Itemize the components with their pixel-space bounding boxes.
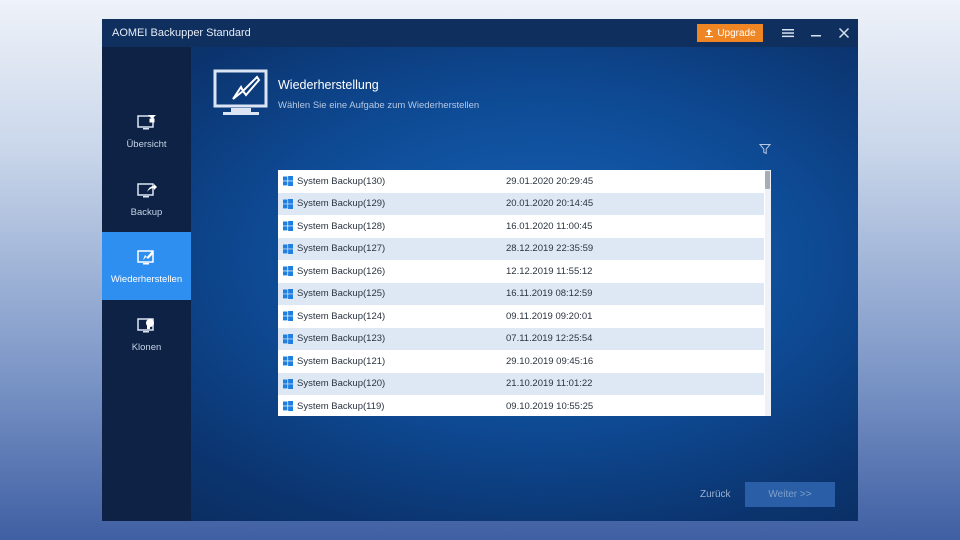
windows-logo-icon xyxy=(283,378,293,389)
table-row[interactable]: System Backup(121) 29.10.2019 09:45:16 xyxy=(278,350,764,373)
sidebar-item-label: Backup xyxy=(130,207,163,218)
task-date: 29.10.2019 09:45:16 xyxy=(506,355,594,367)
task-date: 20.01.2020 20:14:45 xyxy=(506,198,594,210)
page-title: Wiederherstellung xyxy=(278,78,379,92)
table-row[interactable]: System Backup(125) 16.11.2019 08:12:59 xyxy=(278,282,764,305)
task-date: 28.12.2019 22:35:59 xyxy=(506,243,594,255)
close-icon[interactable] xyxy=(836,25,852,41)
task-name: System Backup(120) xyxy=(297,378,386,390)
windows-logo-icon xyxy=(283,243,293,254)
monitor-clone-icon xyxy=(136,318,154,333)
upgrade-button[interactable]: Upgrade xyxy=(697,24,763,42)
task-name: System Backup(127) xyxy=(297,243,386,255)
task-date: 16.01.2020 11:00:45 xyxy=(506,220,593,232)
windows-logo-icon xyxy=(283,356,293,367)
list-scrollbar[interactable] xyxy=(765,170,771,416)
table-row[interactable]: System Backup(123) 07.11.2019 12:25:54 xyxy=(278,327,764,350)
monitor-restore-icon xyxy=(136,250,154,265)
windows-logo-icon xyxy=(283,176,293,187)
windows-logo-icon xyxy=(283,266,293,277)
task-name: System Backup(125) xyxy=(297,288,386,300)
table-row[interactable]: System Backup(126) 12.12.2019 11:55:12 xyxy=(278,260,764,283)
app-title: AOMEI Backupper Standard xyxy=(112,27,251,39)
filter-icon[interactable] xyxy=(759,143,771,155)
task-name: System Backup(119) xyxy=(297,400,385,412)
table-row[interactable]: System Backup(120) 21.10.2019 11:01:22 xyxy=(278,372,764,395)
task-name: System Backup(128) xyxy=(297,220,386,232)
title-bar: AOMEI Backupper Standard Upgrade xyxy=(102,19,858,47)
task-name: System Backup(130) xyxy=(297,175,386,187)
restore-monitor-icon xyxy=(213,69,268,115)
windows-logo-icon xyxy=(283,333,293,344)
upgrade-label: Upgrade xyxy=(717,27,756,39)
back-button[interactable]: Zurück xyxy=(700,489,731,500)
page-subtitle: Wählen Sie eine Aufgabe zum Wiederherste… xyxy=(278,100,480,111)
sidebar: Übersicht Backup Wiederherstellen Klonen xyxy=(102,47,191,521)
windows-logo-icon xyxy=(283,288,293,299)
task-date: 09.10.2019 10:55:25 xyxy=(506,400,594,412)
sidebar-item-wiederherstellen[interactable]: Wiederherstellen xyxy=(102,232,191,300)
sidebar-item-label: Wiederherstellen xyxy=(110,274,183,285)
menu-icon[interactable] xyxy=(780,25,796,41)
minimize-icon[interactable] xyxy=(808,25,824,41)
task-date: 29.01.2020 20:29:45 xyxy=(506,175,594,187)
sidebar-item-backup[interactable]: Backup xyxy=(102,165,191,233)
table-row[interactable]: System Backup(129) 20.01.2020 20:14:45 xyxy=(278,192,764,215)
app-window: AOMEI Backupper Standard Upgrade Übersic… xyxy=(102,19,858,521)
windows-logo-icon xyxy=(283,401,293,412)
task-date: 12.12.2019 11:55:12 xyxy=(506,265,593,277)
task-date: 07.11.2019 12:25:54 xyxy=(506,333,593,345)
monitor-home-icon xyxy=(136,115,156,130)
task-name: System Backup(123) xyxy=(297,333,386,345)
sidebar-item-label: Klonen xyxy=(131,342,162,353)
task-date: 16.11.2019 08:12:59 xyxy=(506,288,593,300)
task-date: 09.11.2019 09:20:01 xyxy=(506,310,593,322)
sidebar-item-uebersicht[interactable]: Übersicht xyxy=(102,97,191,165)
windows-logo-icon xyxy=(283,198,293,209)
table-row[interactable]: System Backup(119) 09.10.2019 10:55:25 xyxy=(278,395,764,416)
backup-task-list: System Backup(130) 29.01.2020 20:29:45 Sys… xyxy=(278,170,771,416)
task-name: System Backup(129) xyxy=(297,198,386,210)
task-date: 21.10.2019 11:01:22 xyxy=(506,378,593,390)
windows-logo-icon xyxy=(283,311,293,322)
table-row[interactable]: System Backup(128) 16.01.2020 11:00:45 xyxy=(278,215,764,238)
table-row[interactable]: System Backup(130) 29.01.2020 20:29:45 xyxy=(278,170,764,193)
sidebar-item-label: Übersicht xyxy=(126,139,167,150)
monitor-share-icon xyxy=(136,183,157,198)
task-name: System Backup(126) xyxy=(297,265,386,277)
table-row[interactable]: System Backup(127) 28.12.2019 22:35:59 xyxy=(278,237,764,260)
next-button[interactable]: Weiter >> xyxy=(745,482,835,507)
task-name: System Backup(124) xyxy=(297,310,386,322)
scrollbar-thumb[interactable] xyxy=(765,171,770,189)
table-row[interactable]: System Backup(124) 09.11.2019 09:20:01 xyxy=(278,305,764,328)
task-name: System Backup(121) xyxy=(297,355,386,367)
upgrade-arrow-icon xyxy=(705,29,714,38)
windows-logo-icon xyxy=(283,221,293,232)
sidebar-item-klonen[interactable]: Klonen xyxy=(102,300,191,368)
